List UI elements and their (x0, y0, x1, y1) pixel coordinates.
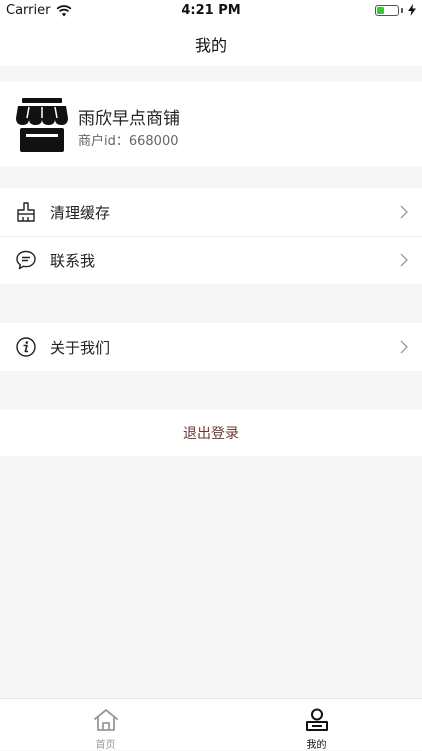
tab-label: 我的 (306, 740, 327, 751)
menu-item-label: 清理缓存 (50, 204, 111, 222)
menu-item-clear-cache[interactable]: 清理缓存 (0, 188, 422, 237)
charging-bolt-icon (408, 4, 416, 16)
shop-id: 商户id：668000 (78, 134, 179, 149)
battery-icon (375, 4, 399, 16)
tab-bar: 首页 我的 (0, 698, 422, 751)
menu-item-about-us[interactable]: 关于我们 (0, 323, 422, 371)
chevron-right-icon (400, 340, 408, 354)
chevron-right-icon (400, 253, 408, 267)
home-icon (94, 709, 118, 731)
status-bar: Carrier 4:21 PM (0, 0, 422, 22)
status-bar-right (375, 4, 416, 16)
tab-label: 首页 (95, 740, 116, 751)
menu-group-settings: 清理缓存 联系我 (0, 188, 422, 284)
menu-group-about: 关于我们 (0, 323, 422, 371)
storefront-icon (16, 98, 68, 152)
broom-icon (17, 202, 35, 222)
status-time: 4:21 PM (181, 3, 241, 18)
info-icon (16, 337, 36, 357)
menu-item-label: 关于我们 (50, 339, 111, 357)
nav-bar: 我的 (0, 22, 422, 66)
menu-item-contact-me[interactable]: 联系我 (0, 236, 422, 284)
tab-mine[interactable]: 我的 (211, 699, 422, 751)
tab-home[interactable]: 首页 (0, 699, 211, 751)
logout-button[interactable]: 退出登录 (0, 410, 422, 456)
shop-info-card[interactable]: 雨欣早点商铺 商户id：668000 (0, 82, 422, 166)
logout-label: 退出登录 (183, 426, 239, 442)
chat-bubble-icon (16, 250, 36, 270)
shop-name: 雨欣早点商铺 (78, 109, 180, 129)
battery-tip (401, 7, 403, 13)
page-title: 我的 (194, 36, 227, 55)
person-icon (306, 708, 328, 731)
menu-item-label: 联系我 (50, 252, 96, 270)
chevron-right-icon (400, 205, 408, 219)
